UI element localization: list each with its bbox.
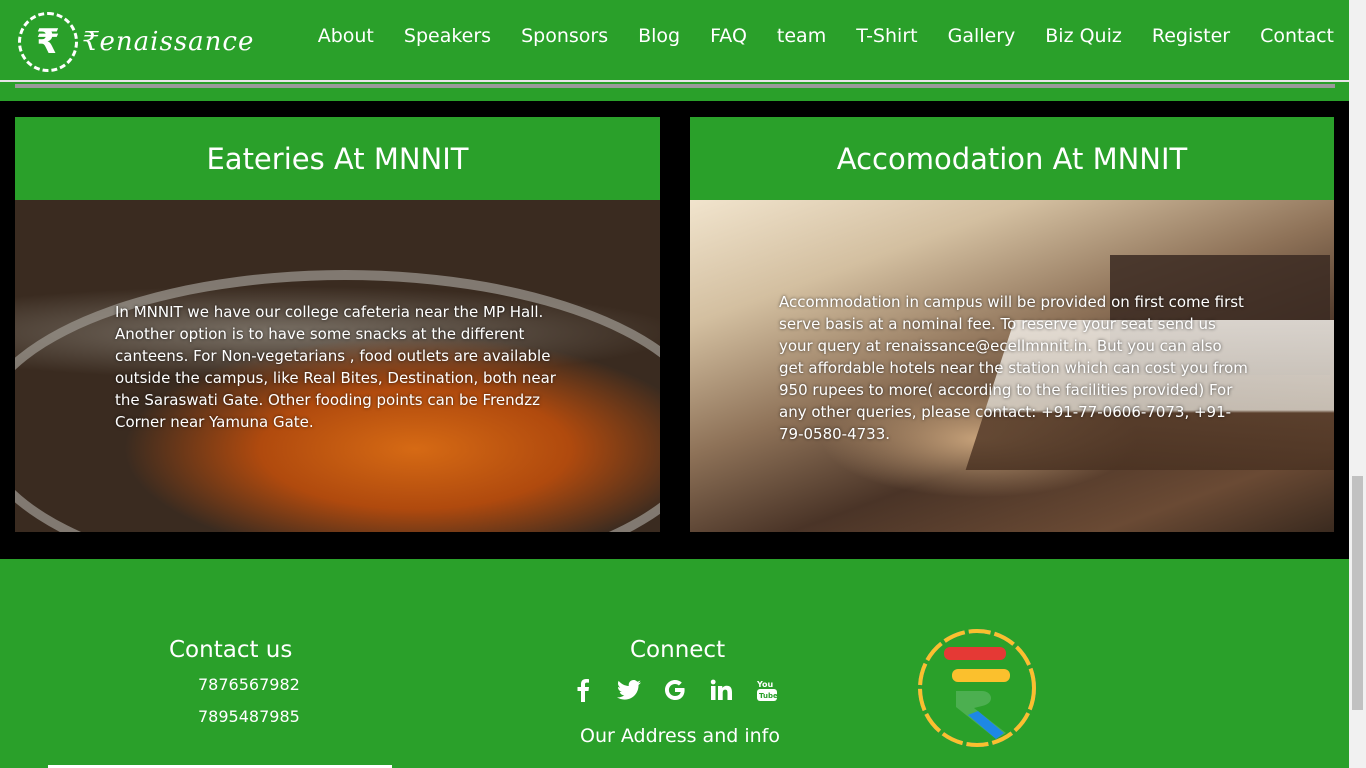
svg-text:You: You — [756, 680, 774, 689]
accommodation-title: Accomodation At MNNIT — [690, 117, 1334, 200]
divider — [15, 84, 1335, 88]
accommodation-card: Accomodation At MNNIT Accommodation in c… — [690, 117, 1334, 533]
nav-register[interactable]: Register — [1152, 25, 1230, 47]
nav-links: About Speakers Sponsors Blog FAQ team T-… — [318, 25, 1334, 47]
svg-text:Tube: Tube — [759, 692, 778, 700]
linkedin-icon[interactable] — [709, 678, 733, 702]
youtube-icon[interactable]: You Tube — [755, 678, 779, 702]
phone-number[interactable]: 7876567982 — [198, 675, 300, 694]
twitter-icon[interactable] — [617, 678, 641, 702]
nav-about[interactable]: About — [318, 25, 374, 47]
google-icon[interactable] — [663, 678, 687, 702]
social-links: You Tube — [571, 678, 779, 702]
accommodation-text: Accommodation in campus will be provided… — [779, 293, 1248, 443]
eateries-card: Eateries At MNNIT In MNNIT we have our c… — [15, 117, 660, 533]
eateries-title: Eateries At MNNIT — [15, 117, 660, 200]
scroll-thumb[interactable] — [1352, 476, 1363, 710]
page: ₹ ₹enaissance About Speakers Sponsors Bl… — [0, 0, 1366, 768]
facebook-icon[interactable] — [571, 678, 595, 702]
nav-tshirt[interactable]: T-Shirt — [856, 25, 917, 47]
rupee-logo-icon: ₹ — [18, 12, 78, 72]
address-info-link[interactable]: Our Address and info — [580, 725, 780, 747]
eateries-image: In MNNIT we have our college cafeteria n… — [15, 200, 660, 532]
nav-sponsors[interactable]: Sponsors — [521, 25, 608, 47]
scrollbar[interactable] — [1349, 0, 1366, 768]
footer: Contact us 7876567982 7895487985 Connect… — [0, 559, 1349, 768]
navbar: ₹ ₹enaissance About Speakers Sponsors Bl… — [0, 0, 1349, 82]
nav-biz-quiz[interactable]: Biz Quiz — [1045, 25, 1122, 47]
accommodation-image: Accommodation in campus will be provided… — [690, 200, 1334, 532]
eateries-text: In MNNIT we have our college cafeteria n… — [115, 303, 556, 431]
contact-title: Contact us — [169, 637, 293, 663]
nav-gallery[interactable]: Gallery — [948, 25, 1016, 47]
brand-name: ₹enaissance — [82, 27, 255, 57]
brand-logo[interactable]: ₹ ₹enaissance — [18, 12, 254, 72]
phone-number[interactable]: 7895487985 — [198, 707, 300, 726]
rupee-logo-icon — [916, 627, 1038, 749]
nav-blog[interactable]: Blog — [638, 25, 680, 47]
nav-speakers[interactable]: Speakers — [404, 25, 491, 47]
nav-team[interactable]: team — [777, 25, 826, 47]
nav-faq[interactable]: FAQ — [710, 25, 747, 47]
nav-contact[interactable]: Contact — [1260, 25, 1334, 47]
connect-title: Connect — [630, 637, 726, 663]
